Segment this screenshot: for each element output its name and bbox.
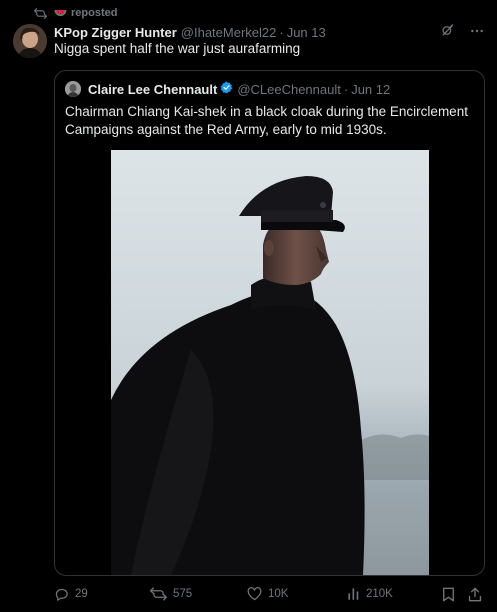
quote-timestamp[interactable]: Jun 12	[351, 82, 390, 97]
quote-author-avatar[interactable]	[65, 81, 81, 97]
tweet-text: Nigga spent half the war just aurafarmin…	[54, 41, 301, 56]
reply-icon	[54, 587, 69, 602]
grok-icon[interactable]	[440, 23, 455, 41]
quote-author-handle[interactable]: @CLeeChennault	[237, 82, 341, 97]
repost-label: reposted	[71, 7, 118, 19]
quote-tweet-card[interactable]: Claire Lee Chennault @CLeeChennault · Ju…	[54, 70, 485, 576]
reposter[interactable]: reposted	[54, 7, 117, 19]
more-icon[interactable]	[469, 23, 485, 42]
share-icon	[468, 587, 482, 602]
share-button[interactable]	[468, 587, 482, 602]
repost-indicator[interactable]: reposted	[34, 5, 117, 21]
reply-count: 29	[75, 588, 88, 600]
repost-count: 575	[173, 588, 193, 600]
reply-button[interactable]: 29	[54, 587, 88, 602]
tweet-timestamp[interactable]: Jun 13	[287, 25, 326, 40]
repost-line-icon	[34, 7, 47, 19]
tweet-page: reposted KPop Zigger Hunter @IhateMerkel…	[0, 0, 497, 612]
author-handle[interactable]: @IhateMerkel22	[181, 25, 277, 40]
bookmark-button[interactable]	[442, 587, 455, 602]
like-button[interactable]: 10K	[247, 587, 288, 601]
tweet-header: KPop Zigger Hunter @IhateMerkel22 · Jun …	[54, 23, 485, 41]
repost-icon	[150, 587, 167, 601]
like-count: 10K	[268, 588, 289, 600]
tweet-actions: 29 575 10K 210K	[54, 584, 485, 604]
author-avatar[interactable]	[13, 24, 47, 58]
quote-photo[interactable]	[111, 150, 429, 575]
separator-dot: ·	[279, 24, 284, 40]
quote-separator-dot: ·	[343, 81, 349, 97]
views-icon	[347, 587, 360, 601]
author-display-name[interactable]: KPop Zigger Hunter	[54, 25, 177, 40]
views-button[interactable]: 210K	[347, 587, 393, 601]
watermelon-icon	[54, 9, 67, 18]
repost-button[interactable]: 575	[150, 587, 192, 601]
view-count: 210K	[366, 588, 393, 600]
quote-text: Chairman Chiang Kai-shek in a black cloa…	[65, 104, 468, 137]
verified-badge-icon	[220, 81, 233, 97]
bookmark-icon	[442, 587, 455, 602]
header-actions	[440, 23, 485, 41]
heart-icon	[247, 587, 262, 601]
quote-author-display-name[interactable]: Claire Lee Chennault	[88, 82, 217, 97]
quote-header: Claire Lee Chennault @CLeeChennault · Ju…	[65, 80, 390, 98]
